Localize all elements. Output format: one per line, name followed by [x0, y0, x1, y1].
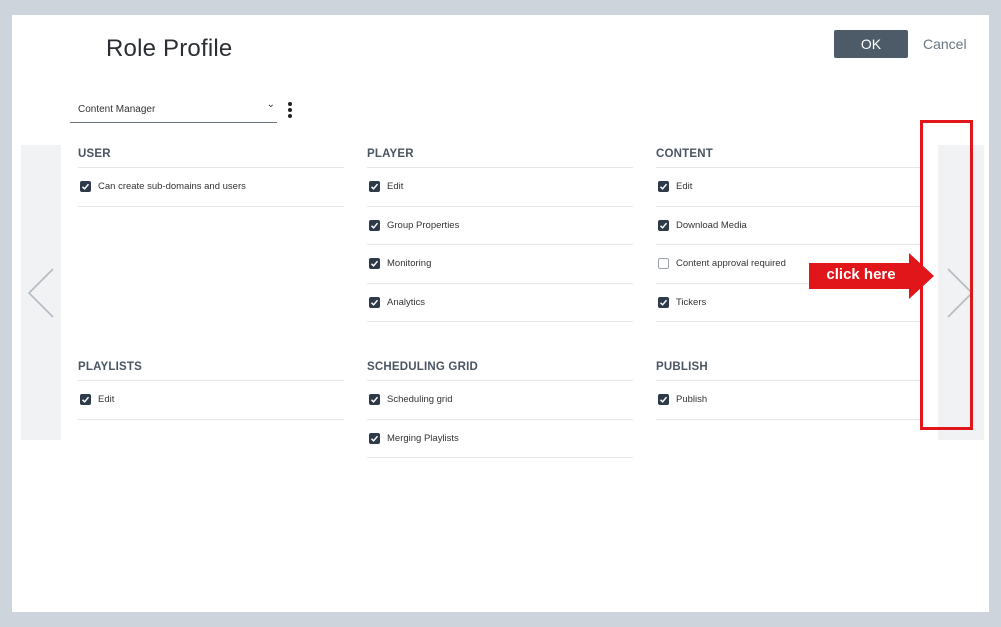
checkbox-unchecked[interactable] — [658, 258, 669, 270]
cancel-button[interactable]: Cancel — [923, 36, 967, 52]
check-icon — [81, 396, 90, 404]
permission-row[interactable]: Merging Playlists — [367, 420, 633, 458]
check-icon — [370, 183, 379, 191]
check-icon — [370, 222, 379, 229]
checkbox-checked[interactable] — [658, 394, 669, 406]
section-title: SCHEDULING GRID — [367, 357, 633, 381]
section-player: PLAYER Edit Group Properties Monitoring Anal… — [367, 144, 633, 322]
permission-row[interactable]: Publish — [656, 381, 922, 420]
permission-row[interactable]: Can create sub-domains and users — [78, 168, 344, 207]
checkbox-checked[interactable] — [658, 296, 669, 308]
permission-label: Edit — [98, 394, 115, 406]
checkbox-checked[interactable] — [658, 219, 669, 231]
check-icon — [370, 299, 379, 306]
check-icon — [81, 183, 90, 191]
permission-label: Scheduling grid — [387, 394, 453, 406]
chevron-down-icon: ⌄ — [266, 99, 275, 110]
section-user: USER Can create sub-domains and users — [78, 144, 344, 207]
check-icon — [370, 435, 379, 442]
checkbox-checked[interactable] — [369, 219, 380, 231]
more-options-icon[interactable] — [288, 102, 292, 120]
permission-label: Edit — [676, 181, 693, 193]
checkbox-checked[interactable] — [369, 181, 380, 193]
permission-label: Tickers — [676, 296, 707, 308]
section-title: PUBLISH — [656, 357, 922, 381]
permission-label: Content approval required — [676, 258, 786, 270]
role-profile-dialog: Role Profile OK Cancel Content Manager ⌄… — [12, 15, 989, 612]
permission-label: Analytics — [387, 296, 426, 308]
checkbox-checked[interactable] — [369, 394, 380, 406]
section-title: USER — [78, 144, 344, 168]
ok-button[interactable]: OK — [834, 30, 908, 58]
checkbox-checked[interactable] — [658, 181, 669, 193]
permission-row[interactable]: Group Properties — [367, 207, 633, 245]
section-title: PLAYLISTS — [78, 357, 344, 381]
section-title: PLAYER — [367, 144, 633, 168]
permission-label: Group Properties — [387, 219, 460, 231]
permission-label: Can create sub-domains and users — [98, 181, 246, 193]
click-here-callout: click here — [809, 253, 935, 299]
permission-label: Download Media — [676, 219, 747, 231]
prev-page-button[interactable] — [21, 145, 61, 440]
permission-row[interactable]: Edit — [78, 381, 344, 420]
check-icon — [370, 260, 379, 268]
section-publish: PUBLISH Publish — [656, 357, 922, 420]
checkbox-checked[interactable] — [369, 296, 380, 308]
check-icon — [370, 396, 379, 404]
check-icon — [659, 183, 668, 191]
role-select-value: Content Manager — [78, 104, 156, 115]
section-scheduling-grid: SCHEDULING GRID Scheduling grid Merging Pl… — [367, 357, 633, 458]
permission-label: Publish — [676, 394, 708, 406]
permission-label: Monitoring — [387, 258, 432, 270]
permission-row[interactable]: Monitoring — [367, 245, 633, 284]
checkbox-checked[interactable] — [80, 181, 91, 193]
check-icon — [659, 222, 668, 229]
section-playlists: PLAYLISTS Edit — [78, 357, 344, 420]
check-icon — [659, 299, 668, 306]
checkbox-checked[interactable] — [369, 432, 380, 444]
permission-row[interactable]: Analytics — [367, 284, 633, 322]
permission-label: Edit — [387, 181, 404, 193]
section-title: CONTENT — [656, 144, 922, 168]
permission-label: Merging Playlists — [387, 432, 459, 444]
permission-row[interactable]: Edit — [367, 168, 633, 207]
role-select[interactable]: Content Manager ⌄ — [70, 95, 277, 123]
checkbox-checked[interactable] — [369, 258, 380, 270]
checkbox-checked[interactable] — [80, 394, 91, 406]
check-icon — [659, 396, 668, 404]
page-title: Role Profile — [106, 35, 233, 62]
callout-text: click here — [826, 266, 896, 283]
permission-row[interactable]: Scheduling grid — [367, 381, 633, 420]
permission-row[interactable]: Download Media — [656, 207, 922, 245]
chevron-left-icon — [27, 268, 54, 318]
permission-row[interactable]: Edit — [656, 168, 922, 207]
